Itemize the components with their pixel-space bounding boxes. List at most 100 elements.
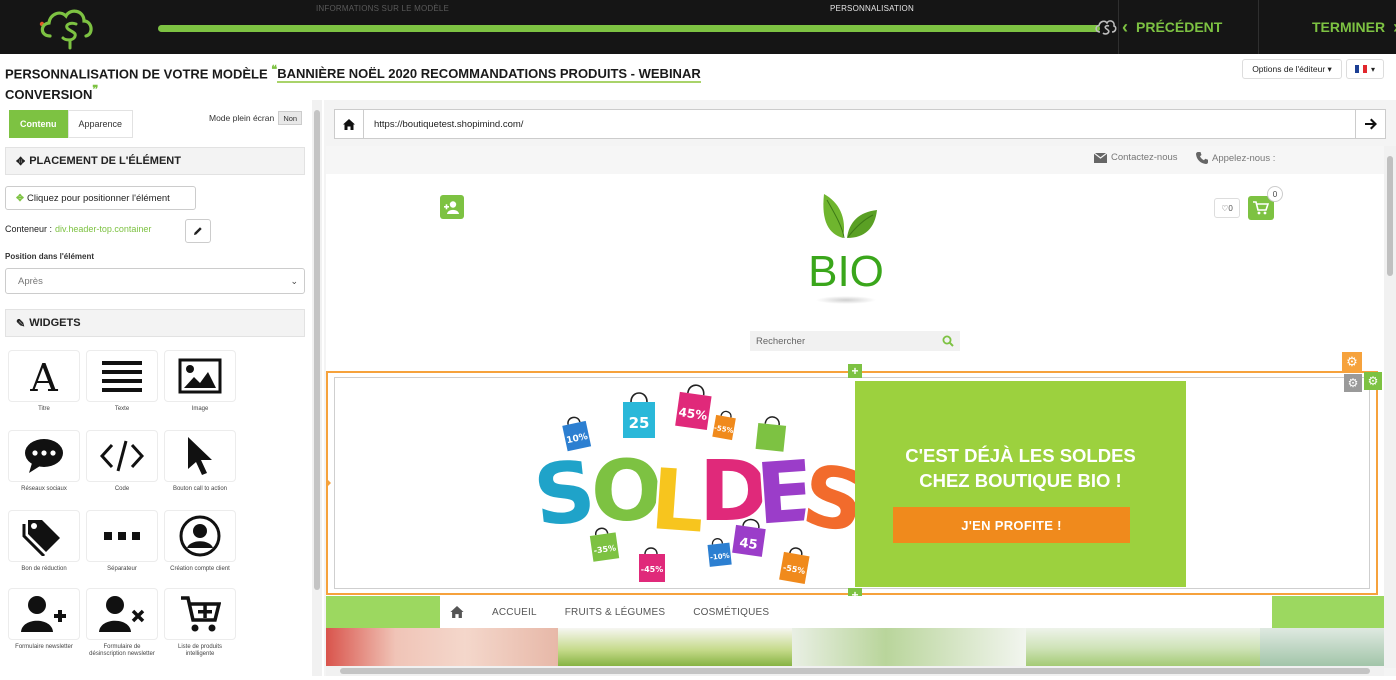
account-button[interactable] — [440, 195, 464, 219]
previous-button[interactable]: ‹ PRÉCÉDENT — [1122, 16, 1222, 38]
menu-item-home[interactable]: ACCUEIL — [492, 607, 537, 618]
widget-label: Séparateur — [107, 566, 137, 572]
widget-cta-button[interactable]: Bouton call to action — [164, 430, 236, 508]
finish-button[interactable]: TERMINER › — [1312, 16, 1396, 38]
preview-scroll-thumb[interactable] — [1387, 156, 1393, 276]
step-label-model-info: INFORMATIONS SUR LE MODÈLE — [316, 4, 450, 13]
svg-text:-45%: -45% — [641, 565, 663, 574]
placement-section-header[interactable]: ✥ PLACEMENT DE L'ÉLÉMENT — [5, 147, 305, 175]
menu-item-fruits-vegetables[interactable]: FRUITS & LÉGUMES — [565, 607, 665, 618]
fullscreen-toggle[interactable]: Non — [278, 111, 303, 125]
widget-separator[interactable]: Séparateur — [86, 510, 158, 588]
container-value: div.header-top.container — [55, 224, 152, 234]
widget-tile — [8, 510, 80, 562]
fullscreen-mode: Mode plein écran Non — [209, 111, 303, 125]
widget-label: Création compte client — [170, 566, 230, 572]
insert-above-button[interactable]: + — [848, 364, 862, 378]
svg-text:25: 25 — [629, 414, 650, 432]
shop-top-strip: Contactez-nous Appelez-nous : — [326, 146, 1384, 174]
widget-code[interactable]: Code — [86, 430, 158, 508]
shop-search-input[interactable]: Rechercher — [750, 331, 960, 351]
selected-banner-frame[interactable]: 10% 25 45% -55% -35% -45% -10% 45 -55% S — [326, 371, 1378, 595]
finish-label: TERMINER — [1312, 19, 1386, 35]
text-icon — [102, 361, 142, 392]
home-icon — [343, 118, 355, 130]
previous-label: PRÉCÉDENT — [1136, 19, 1223, 35]
cart-icon — [1253, 201, 1269, 215]
widget-newsletter[interactable]: Formulaire newsletter — [8, 588, 80, 666]
product-photos-strip — [326, 628, 1384, 668]
contact-link[interactable]: Contactez-nous — [1094, 152, 1178, 163]
sidebar-scroll-thumb[interactable] — [314, 110, 320, 590]
call-label: Appelez-nous : — [1212, 152, 1276, 164]
search-icon — [942, 335, 954, 347]
widgets-section-header[interactable]: ✎ WIDGETS — [5, 309, 305, 337]
wizard-progress-fill — [158, 25, 1100, 32]
search-placeholder: Rechercher — [756, 335, 806, 347]
widget-label: Liste de produits intelligente — [177, 644, 223, 657]
phone-icon — [1196, 152, 1208, 164]
widget-product-list[interactable]: Liste de produits intelligente — [164, 588, 236, 666]
call-link[interactable]: Appelez-nous : — [1196, 152, 1275, 164]
fullscreen-label: Mode plein écran — [209, 113, 275, 123]
position-select[interactable]: Après ⌄ — [5, 268, 305, 294]
widget-account-creation[interactable]: Création compte client — [164, 510, 236, 588]
element-move-button[interactable]: ⚙ — [1364, 372, 1382, 390]
gear-icon: ⚙ — [1347, 376, 1359, 390]
home-icon[interactable] — [450, 606, 464, 618]
editor-sidebar: Contenu Apparence Mode plein écran Non ✥… — [0, 100, 312, 676]
widget-label: Formulaire newsletter — [15, 644, 73, 650]
widget-unsubscribe[interactable]: Formulaire de désinscription newsletter — [86, 588, 158, 666]
main-menu: ACCUEIL FRUITS & LÉGUMES COSMÉTIQUES — [440, 596, 1272, 628]
tab-content[interactable]: Contenu — [9, 110, 68, 138]
envelope-icon — [1094, 152, 1107, 163]
placement-section-title: PLACEMENT DE L'ÉLÉMENT — [29, 155, 181, 167]
position-label: Position dans l'élément — [5, 252, 95, 261]
position-element-button[interactable]: ✥ Cliquez pour positionner l'élément — [5, 186, 196, 210]
element-settings-button[interactable]: ⚙ — [1344, 374, 1362, 392]
arrow-right-icon — [1364, 118, 1377, 130]
gear-icon: ⚙ — [1346, 354, 1358, 369]
widget-label: Bouton call to action — [172, 486, 228, 492]
widget-label: Formulaire de désinscription newsletter — [89, 644, 155, 657]
sidebar-scrollbar[interactable] — [312, 100, 322, 676]
contact-label: Contactez-nous — [1111, 152, 1178, 163]
widget-tile — [164, 588, 236, 640]
widget-social[interactable]: Réseaux sociaux — [8, 430, 80, 508]
wishlist-count: 0 — [1228, 203, 1233, 213]
tab-appearance[interactable]: Apparence — [67, 110, 134, 138]
svg-text:A: A — [29, 356, 58, 396]
go-button[interactable] — [1356, 109, 1386, 139]
step-label-customization: PERSONNALISATION — [830, 4, 914, 13]
widget-tile — [164, 510, 236, 562]
preview-hscroll-thumb[interactable] — [340, 668, 1370, 674]
banner-settings-button[interactable]: ⚙ — [1342, 352, 1362, 372]
url-input[interactable]: https://boutiquetest.shopimind.com/ — [364, 109, 1356, 139]
widget-title[interactable]: A Titre — [8, 350, 80, 428]
promo-cta-button[interactable]: J'EN PROFITE ! — [893, 507, 1130, 543]
wishlist-button[interactable]: ♡ 0 — [1214, 198, 1240, 218]
widget-coupon[interactable]: Bon de réduction — [8, 510, 80, 588]
heart-icon: ♡ — [1221, 203, 1229, 213]
menu-item-cosmetics[interactable]: COSMÉTIQUES — [693, 607, 769, 618]
language-dropdown[interactable]: ▾ — [1346, 59, 1384, 79]
preview-horizontal-scrollbar[interactable] — [326, 666, 1384, 676]
widget-tile — [86, 430, 158, 482]
move-icon: ✥ — [16, 155, 26, 168]
user-circle-icon — [179, 515, 221, 557]
main-menu-band: ACCUEIL FRUITS & LÉGUMES COSMÉTIQUES — [326, 596, 1384, 628]
editor-options-dropdown[interactable]: Options de l'éditeur ▾ — [1242, 59, 1342, 79]
wrench-icon: ✎ — [16, 317, 26, 330]
soldes-illustration: 10% 25 45% -55% -35% -45% -10% 45 -55% S — [531, 384, 855, 584]
left-handle-icon[interactable] — [326, 478, 331, 488]
widget-tile — [164, 430, 236, 482]
preview-scrollbar[interactable] — [1384, 146, 1396, 668]
soldes-word: S O L D E S — [531, 439, 855, 554]
widget-text[interactable]: Texte — [86, 350, 158, 428]
cursor-icon — [188, 437, 212, 475]
widgets-section-title: WIDGETS — [29, 317, 81, 329]
edit-container-button[interactable] — [185, 219, 211, 243]
home-button[interactable] — [334, 109, 364, 139]
widget-label: Réseaux sociaux — [21, 486, 67, 492]
widget-image[interactable]: Image — [164, 350, 236, 428]
